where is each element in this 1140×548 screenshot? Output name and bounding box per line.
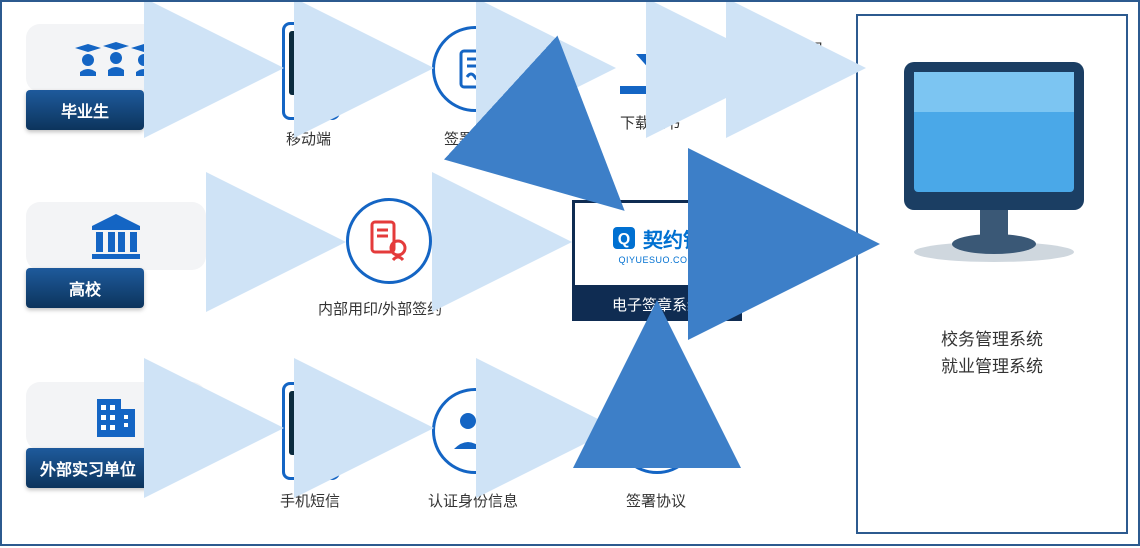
sms-phone-icon [282,382,340,480]
actor-label: 毕业生 [61,104,109,121]
caption-sign2: 签署协议 [626,490,686,511]
wechat-icon [296,50,326,76]
diagram-canvas: 毕业生 高校 外部实习单位 移动端 签署协议 下载证书 登录 内部用印/外部签约… [0,0,1140,546]
actor-badge-grad: 毕业生 [26,90,144,130]
download-icon [620,32,684,94]
caption-sms: 手机短信 [280,490,340,511]
qys-brand: 契约锁 [643,224,703,253]
building-icon [91,391,141,441]
caption-integrate: 集成 [794,222,824,243]
qys-box-label: 电子签章系统 [572,288,742,321]
caption-download: 下载证书 [620,112,680,133]
person-check-icon [450,409,500,453]
target-caption: 校务管理系统 就业管理系统 [858,326,1126,380]
seal-circle-icon [346,198,432,284]
actor-badge-univ: 高校 [26,268,144,308]
qys-logo-icon: Q [611,225,637,251]
qys-domain: QIYUESUO.COM [618,255,695,265]
actor-pill-univ [26,202,206,270]
caption-mobile: 移动端 [286,128,331,149]
target-panel: 校务管理系统 就业管理系统 [856,14,1128,534]
sign2-circle-icon [614,388,700,474]
target-line2: 就业管理系统 [941,357,1043,376]
caption-seal: 内部用印/外部签约 [318,298,442,319]
document-sign-icon [453,47,497,91]
actor-label: 外部实习单位 [40,462,136,479]
actor-badge-ext: 外部实习单位 [26,448,150,488]
document-sign-icon [635,409,679,453]
svg-text:Q: Q [618,231,630,248]
mobile-phone-icon [282,22,340,120]
verify-circle-icon [432,388,518,474]
graduates-icon [73,36,159,80]
actor-pill-grad [26,24,206,92]
caption-login: 登录 [794,38,824,59]
seal-doc-icon [366,218,412,264]
target-line1: 校务管理系统 [941,330,1043,349]
sign-circle-icon [432,26,518,112]
caption-sign: 签署协议 [444,128,504,149]
actor-label: 高校 [69,282,101,299]
qys-box: Q 契约锁 QIYUESUO.COM [572,200,742,288]
university-icon [88,212,144,260]
caption-verify: 认证身份信息 [428,490,518,511]
actor-pill-ext [26,382,206,450]
speech-bubble-icon [297,410,325,436]
monitor-icon [884,52,1104,272]
